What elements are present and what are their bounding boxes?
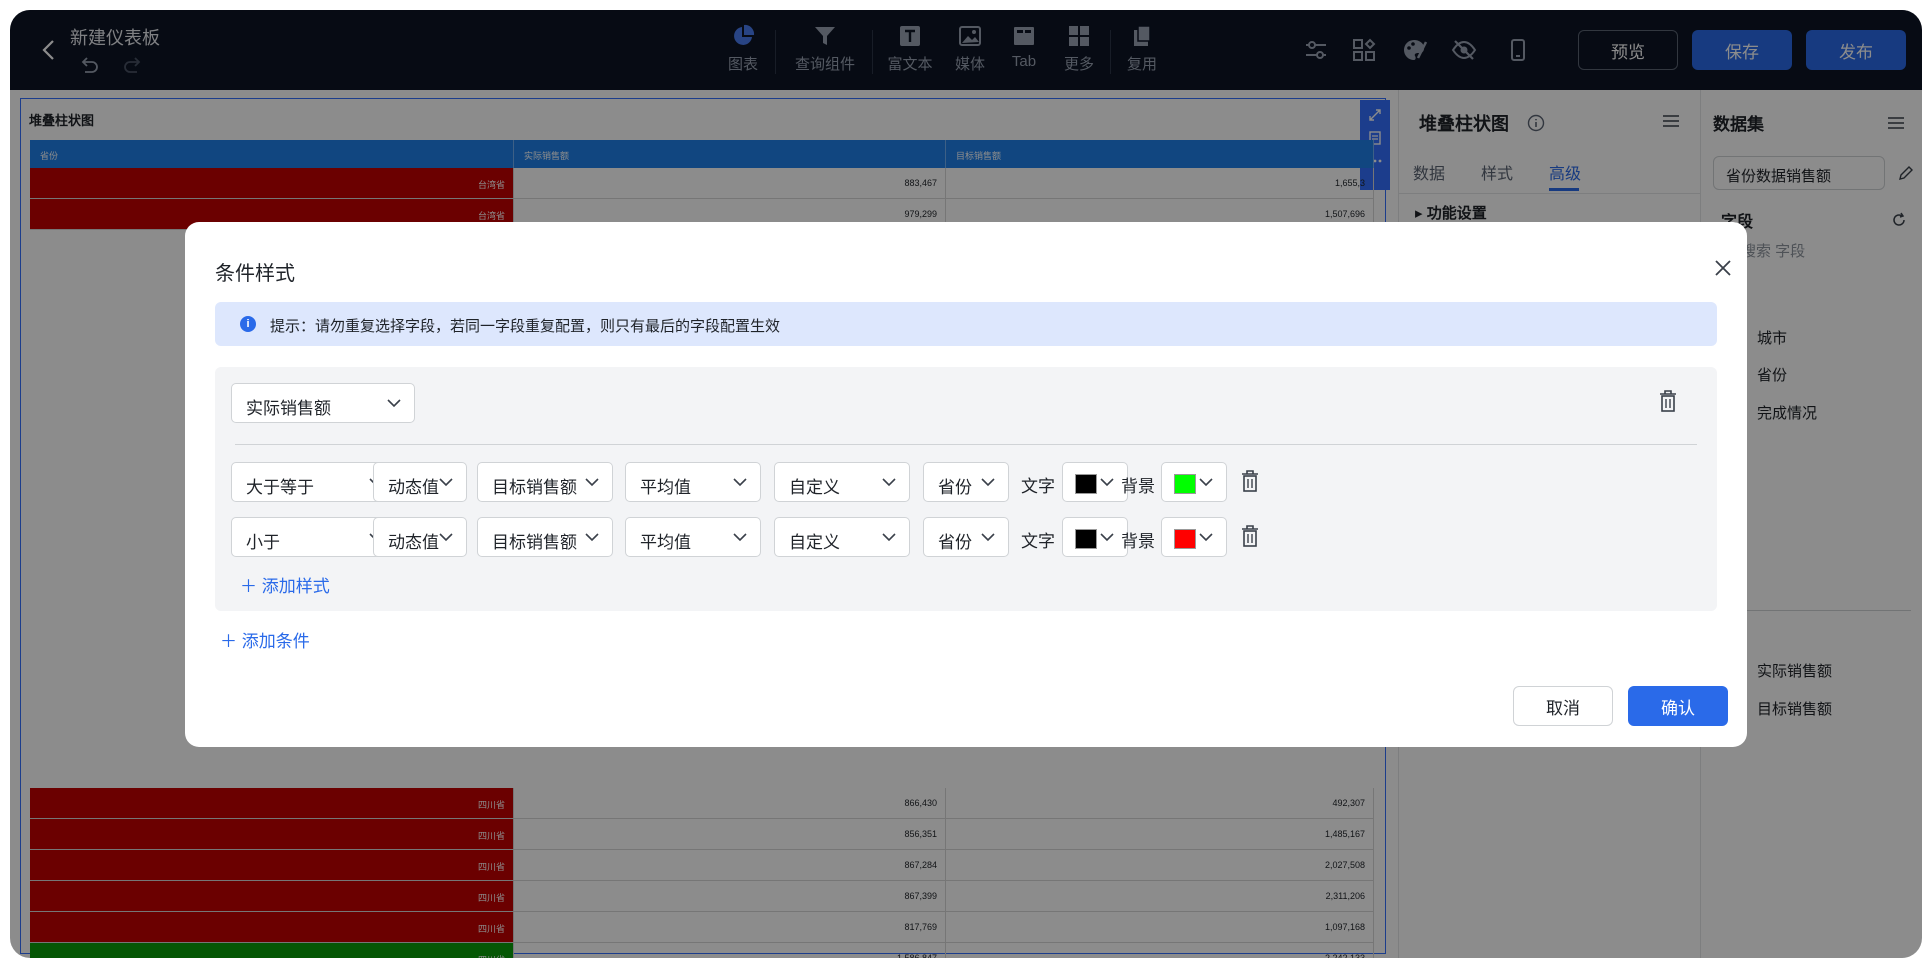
conditional-style-dialog: 条件样式 i 提示：请勿重复选择字段，若同一字段重复配置，则只有最后的字段配置生…	[185, 222, 1747, 747]
operator-select-value: 小于	[246, 533, 280, 552]
chevron-down-icon	[1199, 533, 1213, 542]
add-condition-button[interactable]: ＋ 添加条件	[220, 627, 310, 652]
plus-icon: ＋	[220, 632, 237, 651]
chevron-down-icon	[1100, 478, 1114, 487]
text-color-label: 文字	[1021, 477, 1055, 496]
chevron-down-icon	[733, 533, 747, 542]
chevron-down-icon	[439, 478, 453, 487]
value-mode-select[interactable]: 动态值	[373, 517, 467, 557]
value-mode-select[interactable]: 动态值	[373, 462, 467, 502]
compare-field-select[interactable]: 目标销售额	[477, 462, 613, 502]
aggregation-select[interactable]: 平均值	[625, 517, 761, 557]
confirm-button[interactable]: 确认	[1628, 686, 1728, 726]
info-icon: i	[240, 316, 256, 332]
compare-field-select-value: 目标销售额	[492, 478, 577, 497]
bg-color-label: 背景	[1121, 477, 1155, 496]
chevron-down-icon	[981, 478, 995, 487]
chevron-down-icon	[882, 478, 896, 487]
field-select[interactable]: 实际销售额	[231, 383, 415, 423]
delete-condition-icon[interactable]	[1657, 389, 1679, 413]
close-icon[interactable]	[1713, 258, 1733, 278]
add-style-button[interactable]: ＋ 添加样式	[240, 572, 330, 597]
add-style-label: 添加样式	[261, 577, 330, 596]
chevron-down-icon	[585, 533, 599, 542]
chevron-down-icon	[882, 533, 896, 542]
delete-rule-icon[interactable]	[1239, 469, 1261, 493]
compare-field-select-value: 目标销售额	[492, 533, 577, 552]
chevron-down-icon	[733, 478, 747, 487]
aggregation-select[interactable]: 平均值	[625, 462, 761, 502]
dimension-select[interactable]: 省份	[923, 462, 1009, 502]
operator-select-value: 大于等于	[246, 478, 314, 497]
value-mode-select-value: 动态值	[388, 533, 439, 552]
compare-field-select[interactable]: 目标销售额	[477, 517, 613, 557]
divider	[235, 444, 1697, 445]
dimension-select-value: 省份	[938, 533, 972, 552]
plus-icon: ＋	[240, 577, 257, 596]
add-condition-label: 添加条件	[241, 632, 310, 651]
dimension-select-value: 省份	[938, 478, 972, 497]
text-color-swatch	[1075, 474, 1097, 494]
condition-group: 实际销售额 大于等于 动态值 目标销售额 平均值 自定义 省份 文字 背景 小于 动态值 目标销售额…	[215, 367, 1717, 611]
chevron-down-icon	[1100, 533, 1114, 542]
bg-color-swatch	[1174, 529, 1196, 549]
text-color-swatch	[1075, 529, 1097, 549]
text-color-picker[interactable]	[1062, 517, 1128, 557]
bg-color-picker[interactable]	[1161, 462, 1227, 502]
aggregation-select-value: 平均值	[640, 478, 691, 497]
field-select-value: 实际销售额	[246, 399, 331, 418]
bg-color-picker[interactable]	[1161, 517, 1227, 557]
scope-select[interactable]: 自定义	[774, 517, 910, 557]
app-window: 新建仪表板 图表 查询组件 富文本 媒体 Tab 更多 复用 预览 保存 发布 …	[10, 10, 1922, 958]
text-color-label: 文字	[1021, 532, 1055, 551]
cancel-button[interactable]: 取消	[1513, 686, 1613, 726]
dimension-select[interactable]: 省份	[923, 517, 1009, 557]
text-color-picker[interactable]	[1062, 462, 1128, 502]
aggregation-select-value: 平均值	[640, 533, 691, 552]
chevron-down-icon	[387, 399, 401, 408]
chevron-down-icon	[585, 478, 599, 487]
value-mode-select-value: 动态值	[388, 478, 439, 497]
tip-banner: i 提示：请勿重复选择字段，若同一字段重复配置，则只有最后的字段配置生效	[215, 302, 1717, 346]
bg-color-label: 背景	[1121, 532, 1155, 551]
chevron-down-icon	[1199, 478, 1213, 487]
delete-rule-icon[interactable]	[1239, 524, 1261, 548]
bg-color-swatch	[1174, 474, 1196, 494]
chevron-down-icon	[981, 533, 995, 542]
scope-select[interactable]: 自定义	[774, 462, 910, 502]
chevron-down-icon	[439, 533, 453, 542]
tip-text: 提示：请勿重复选择字段，若同一字段重复配置，则只有最后的字段配置生效	[270, 318, 781, 335]
dialog-title: 条件样式	[215, 263, 295, 285]
scope-select-value: 自定义	[789, 478, 840, 497]
scope-select-value: 自定义	[789, 533, 840, 552]
